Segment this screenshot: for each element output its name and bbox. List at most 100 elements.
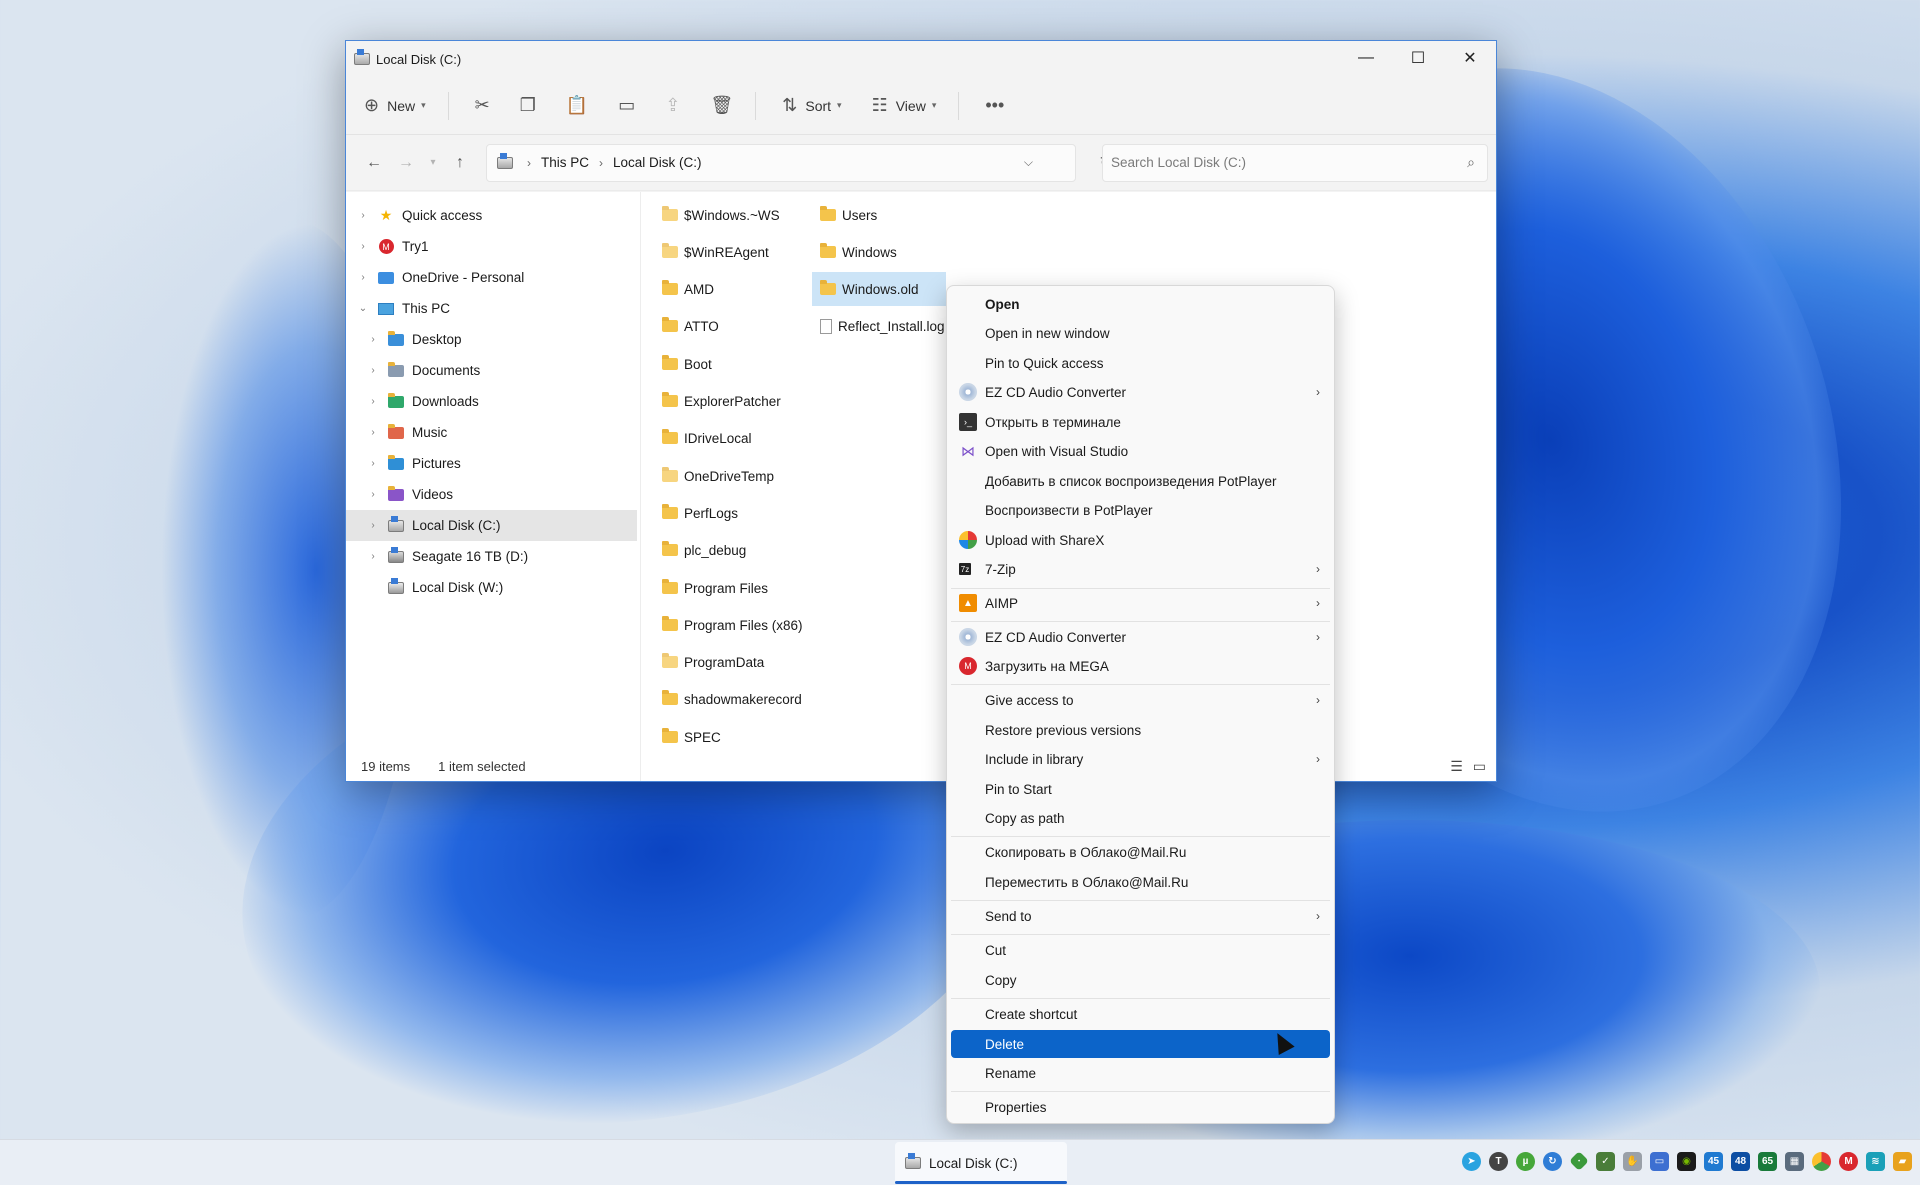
folder-item[interactable]: ProgramData xyxy=(654,649,764,675)
expand-chevron-icon[interactable]: › xyxy=(364,365,382,376)
folder-item[interactable]: plc_debug xyxy=(654,537,746,563)
search-box[interactable]: ⌕ xyxy=(1102,143,1488,182)
cloud-check-icon[interactable]: ✓ xyxy=(1596,1152,1615,1171)
folder-item[interactable]: SPEC xyxy=(654,724,721,750)
breadcrumb-this-pc[interactable]: This PC xyxy=(541,155,589,170)
folder-item[interactable]: Users xyxy=(812,202,877,228)
title-bar[interactable]: Local Disk (C:) — ☐ ✕ xyxy=(346,41,1496,77)
expand-chevron-icon[interactable]: › xyxy=(364,427,382,438)
up-arrow-icon[interactable]: ↑ xyxy=(444,154,476,172)
new-button[interactable]: ⊕ New ▾ xyxy=(364,95,426,116)
copy-button[interactable]: ❐ xyxy=(520,95,536,116)
taskbar-app-file-explorer[interactable]: Local Disk (C:) xyxy=(895,1142,1067,1184)
maximize-button[interactable]: ☐ xyxy=(1392,41,1444,75)
temp-badge-icon[interactable]: 45 xyxy=(1704,1152,1723,1171)
menu-item-ez-cd-audio-converter[interactable]: EZ CD Audio Converter › xyxy=(951,378,1330,406)
menu-item-copy-mail-cloud[interactable]: Скопировать в Облако@Mail.Ru xyxy=(951,838,1330,866)
menu-item-aimp[interactable]: ▲ AIMP › xyxy=(951,589,1330,617)
sidebar-item-onedrive[interactable]: › OneDrive - Personal xyxy=(346,262,640,293)
network-icon[interactable]: ≋ xyxy=(1866,1152,1885,1171)
expand-chevron-icon[interactable]: › xyxy=(354,210,372,221)
menu-item-open-new-window[interactable]: Open in new window xyxy=(951,319,1330,347)
sidebar-item-local-disk-c[interactable]: › Local Disk (C:) xyxy=(346,510,637,541)
folder-item[interactable]: $Windows.~WS xyxy=(654,202,780,228)
menu-item-move-mail-cloud[interactable]: Переместить в Облако@Mail.Ru xyxy=(951,868,1330,896)
search-icon[interactable]: ⌕ xyxy=(1467,154,1475,171)
sidebar-item-local-disk-w[interactable]: Local Disk (W:) xyxy=(346,572,640,603)
share-button[interactable]: ⇪ xyxy=(665,95,680,116)
folder-item-selected[interactable]: Windows.old xyxy=(812,272,946,306)
utorrent-icon[interactable]: µ xyxy=(1516,1152,1535,1171)
telegram-icon[interactable]: ➤ xyxy=(1462,1152,1481,1171)
folder-item[interactable]: IDriveLocal xyxy=(654,425,752,451)
sidebar-item-this-pc[interactable]: ⌄ This PC xyxy=(346,293,640,324)
menu-item-properties[interactable]: Properties xyxy=(951,1093,1330,1121)
address-bar[interactable]: › This PC › Local Disk (C:) ⌵ ↻ xyxy=(486,143,1113,182)
menu-item-send-to[interactable]: Send to › xyxy=(951,902,1330,930)
torrent-icon[interactable]: T xyxy=(1489,1152,1508,1171)
menu-item-potplayer-add[interactable]: Добавить в список воспроизведения PotPla… xyxy=(951,467,1330,495)
menu-item-open-visual-studio[interactable]: ⋈ Open with Visual Studio xyxy=(951,437,1330,465)
folder-item[interactable]: Windows xyxy=(812,239,897,265)
sync-icon[interactable]: ↻ xyxy=(1543,1152,1562,1171)
monitor-icon[interactable]: ▭ xyxy=(1650,1152,1669,1171)
folder-item[interactable]: Boot xyxy=(654,351,712,377)
expand-chevron-icon[interactable]: › xyxy=(364,489,382,500)
chrome-icon[interactable] xyxy=(1812,1152,1831,1171)
expand-chevron-icon[interactable]: › xyxy=(364,396,382,407)
menu-item-create-shortcut[interactable]: Create shortcut xyxy=(951,1000,1330,1028)
hand-icon[interactable]: ✋ xyxy=(1623,1152,1642,1171)
menu-item-copy-as-path[interactable]: Copy as path xyxy=(951,804,1330,832)
file-item[interactable]: Reflect_Install.log xyxy=(812,313,945,339)
sidebar-item-documents[interactable]: › Documents xyxy=(346,355,640,386)
folder-item[interactable]: $WinREAgent xyxy=(654,239,769,265)
temp-badge-icon[interactable]: 65 xyxy=(1758,1152,1777,1171)
menu-item-rename[interactable]: Rename xyxy=(951,1059,1330,1087)
cut-button[interactable]: ✂ xyxy=(475,95,490,116)
collapse-chevron-icon[interactable]: ⌄ xyxy=(354,303,372,314)
menu-item-cut[interactable]: Cut xyxy=(951,936,1330,964)
more-options-button[interactable]: ••• xyxy=(985,95,1004,116)
expand-chevron-icon[interactable]: › xyxy=(364,551,382,562)
folder-item[interactable]: AMD xyxy=(654,276,714,302)
sidebar-item-downloads[interactable]: › Downloads xyxy=(346,386,640,417)
forward-arrow-icon[interactable]: → xyxy=(390,154,422,172)
menu-item-pin-start[interactable]: Pin to Start xyxy=(951,775,1330,803)
sort-button[interactable]: ⇅ Sort ▾ xyxy=(782,95,841,116)
menu-item-potplayer-play[interactable]: Воспроизвести в PotPlayer xyxy=(951,496,1330,524)
details-view-icon[interactable]: ☰ xyxy=(1450,758,1463,775)
folder-item[interactable]: OneDriveTemp xyxy=(654,463,774,489)
delete-button[interactable]: 🗑 xyxy=(710,95,733,116)
calculator-icon[interactable]: ▦ xyxy=(1785,1152,1804,1171)
menu-item-give-access[interactable]: Give access to › xyxy=(951,686,1330,714)
menu-item-7zip[interactable]: 7z 7-Zip › xyxy=(951,555,1330,583)
menu-item-copy[interactable]: Copy xyxy=(951,966,1330,994)
recent-locations-chevron-icon[interactable]: ▾ xyxy=(422,157,444,168)
folder-item[interactable]: ATTO xyxy=(654,313,719,339)
large-icons-view-icon[interactable]: ▭ xyxy=(1473,758,1486,775)
paste-button[interactable]: 📋 xyxy=(566,95,588,116)
menu-item-pin-quick-access[interactable]: Pin to Quick access xyxy=(951,349,1330,377)
sidebar-item-desktop[interactable]: › Desktop xyxy=(346,324,640,355)
menu-item-upload-sharex[interactable]: Upload with ShareX xyxy=(951,526,1330,554)
sidebar-item-quick-access[interactable]: › ★ Quick access xyxy=(346,200,640,231)
sidebar-item-pictures[interactable]: › Pictures xyxy=(346,448,640,479)
minimize-button[interactable]: — xyxy=(1340,41,1392,75)
expand-chevron-icon[interactable]: › xyxy=(354,272,372,283)
folder-item[interactable]: shadowmakerecord xyxy=(654,686,802,712)
view-button[interactable]: ☷ View ▾ xyxy=(872,95,937,116)
expand-chevron-icon[interactable]: › xyxy=(364,458,382,469)
sidebar-item-videos[interactable]: › Videos xyxy=(346,479,640,510)
search-input[interactable] xyxy=(1111,155,1441,170)
folder-item[interactable]: PerfLogs xyxy=(654,500,738,526)
sidebar-item-seagate-d[interactable]: › Seagate 16 TB (D:) xyxy=(346,541,640,572)
menu-item-restore-versions[interactable]: Restore previous versions xyxy=(951,716,1330,744)
sidebar-item-music[interactable]: › Music xyxy=(346,417,640,448)
back-arrow-icon[interactable]: ← xyxy=(358,154,390,172)
temp-badge-icon[interactable]: 48 xyxy=(1731,1152,1750,1171)
menu-item-upload-mega[interactable]: M Загрузить на MEGA xyxy=(951,652,1330,680)
expand-chevron-icon[interactable]: › xyxy=(364,520,382,531)
menu-item-include-library[interactable]: Include in library › xyxy=(951,745,1330,773)
address-dropdown-icon[interactable]: ⌵ xyxy=(1024,155,1033,170)
close-button[interactable]: ✕ xyxy=(1444,41,1496,75)
